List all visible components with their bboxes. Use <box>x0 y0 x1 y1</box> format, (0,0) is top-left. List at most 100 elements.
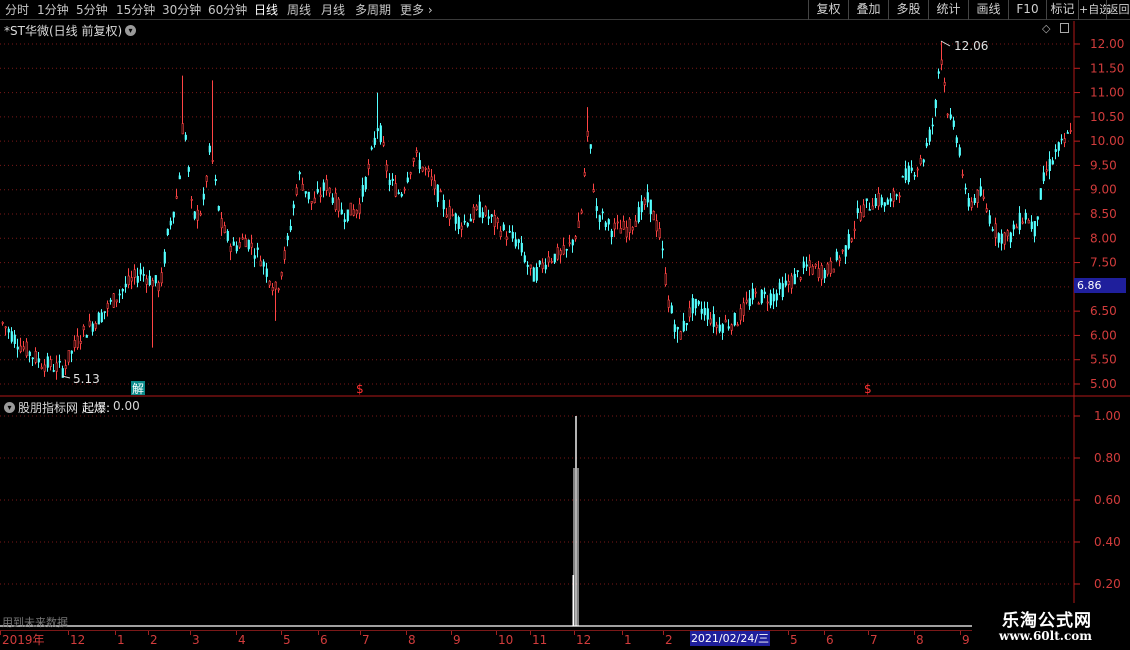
candle-body <box>478 201 481 218</box>
candle-body <box>835 251 838 261</box>
candle-body <box>796 270 799 272</box>
date-axis-label: 9 <box>962 633 970 647</box>
candle-body <box>322 182 325 191</box>
candle-body <box>343 219 346 222</box>
candle-body <box>673 324 676 332</box>
date-tick <box>663 631 664 635</box>
price-tick-label: 6.50 <box>1090 304 1117 318</box>
candle-body <box>676 327 679 330</box>
candle-body <box>982 196 985 199</box>
candle-body <box>769 293 772 306</box>
candle-body <box>49 359 52 367</box>
candle-body <box>46 356 49 368</box>
candle-body <box>250 242 253 248</box>
candle-body <box>259 260 262 267</box>
candle-body <box>718 324 721 332</box>
candle-body <box>1021 221 1024 224</box>
candle-body <box>508 230 511 233</box>
candle-body <box>499 230 502 237</box>
watermark-url: www.60lt.com <box>999 629 1092 643</box>
candle-body <box>214 179 217 182</box>
candle-body <box>904 168 907 181</box>
candle-body <box>700 308 703 314</box>
candle-body <box>448 206 451 220</box>
candle-body <box>103 311 106 313</box>
candle-body <box>1 321 4 324</box>
candle-body <box>646 192 649 203</box>
date-axis-label: 2 <box>665 633 673 647</box>
candle-body <box>886 199 889 205</box>
candle-body <box>190 199 193 201</box>
price-tick-label: 7.50 <box>1090 256 1117 270</box>
candle-body <box>1000 233 1003 244</box>
candle-body <box>946 113 949 116</box>
candle-body <box>109 299 112 302</box>
date-tick <box>148 631 149 635</box>
candle-body <box>898 195 901 198</box>
candle-body <box>622 220 625 230</box>
candle-body <box>538 260 541 265</box>
candle-body <box>430 176 433 181</box>
candle-body <box>871 205 874 210</box>
candle-body <box>97 312 100 325</box>
candle-body <box>25 341 28 357</box>
candle-body <box>580 210 583 214</box>
candle-body <box>475 205 478 211</box>
date-axis-label: 6 <box>826 633 834 647</box>
candle-body <box>121 288 124 292</box>
candle-body <box>355 209 358 215</box>
indicator-panel[interactable]: ▾ 股朋指标网 起爆: 0.00 <box>0 397 1074 627</box>
candle-body <box>742 302 745 316</box>
candle-body <box>193 211 196 219</box>
candle-body <box>619 228 622 234</box>
current-price-badge: 6.86 <box>1074 278 1126 293</box>
candle-body <box>697 301 700 305</box>
chevron-down-icon[interactable]: ▾ <box>4 402 15 413</box>
candle-body <box>931 124 934 127</box>
candle-body <box>832 268 835 273</box>
candle-body <box>13 334 16 344</box>
price-tick-label: 5.00 <box>1090 377 1117 391</box>
price-tick-label: 12.00 <box>1090 37 1124 51</box>
candle-body <box>694 298 697 309</box>
candle-body <box>274 281 277 290</box>
candle-body <box>112 293 115 308</box>
candle-body <box>1039 188 1042 200</box>
candle-body <box>433 180 436 190</box>
candle-body <box>286 235 289 241</box>
candle-body <box>787 280 790 285</box>
candle-body <box>997 233 1000 243</box>
candle-body <box>607 219 610 225</box>
candle-body <box>481 212 484 218</box>
candle-body <box>265 268 268 277</box>
candle-body <box>184 134 187 140</box>
candle-body <box>1057 142 1060 151</box>
candle-body <box>217 205 220 211</box>
date-axis-label: 5 <box>283 633 291 647</box>
future-data-note: 用到未来数据 <box>2 616 68 629</box>
candle-body <box>550 260 553 263</box>
candle-body <box>157 282 160 292</box>
candle-body <box>199 213 202 216</box>
candle-body <box>526 264 529 267</box>
date-tick <box>622 631 623 635</box>
date-axis-label: 3 <box>192 633 200 647</box>
candle-body <box>484 206 487 216</box>
date-tick <box>236 631 237 635</box>
candle-body <box>442 199 445 210</box>
date-axis-label: 9 <box>453 633 461 647</box>
candle-body <box>961 174 964 176</box>
price-tick-label: 9.50 <box>1090 158 1117 172</box>
candle-body <box>916 168 919 171</box>
candle-body <box>667 299 670 308</box>
candle-body <box>829 260 832 274</box>
date-tick <box>914 631 915 635</box>
candle-body <box>415 150 418 154</box>
date-axis-label: 8 <box>408 633 416 647</box>
candle-body <box>592 189 595 193</box>
candle-body <box>196 209 199 221</box>
candle-body <box>1042 172 1045 182</box>
candle-body <box>7 328 10 333</box>
indicator-title: 股朋指标网 <box>18 401 79 415</box>
candle-body <box>838 257 841 262</box>
